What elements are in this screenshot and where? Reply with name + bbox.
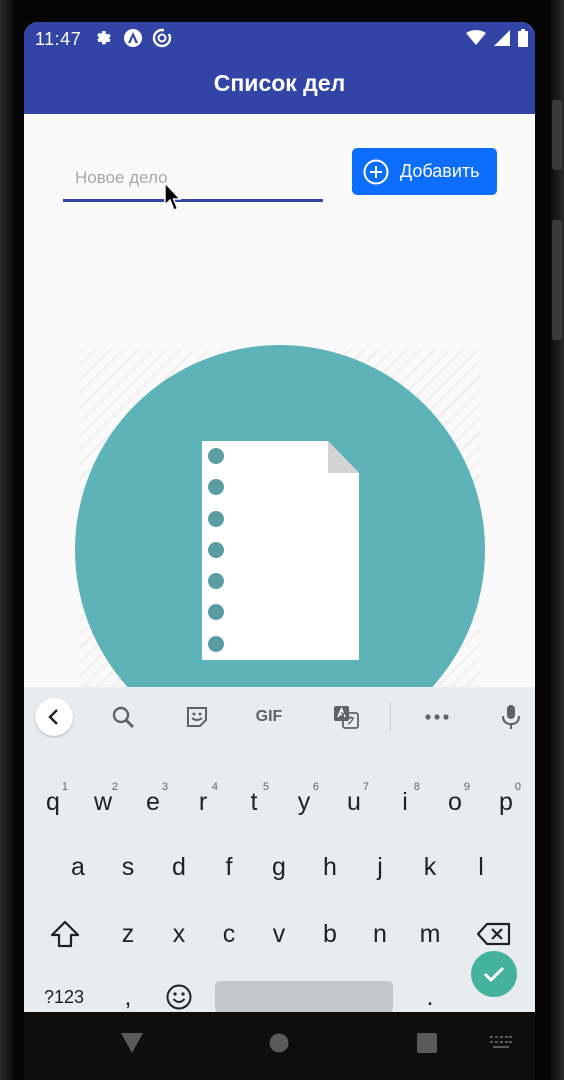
wifi-icon: [466, 30, 486, 45]
key-x[interactable]: x: [154, 907, 204, 961]
key-j[interactable]: j: [355, 840, 405, 894]
key-p[interactable]: p0: [481, 775, 531, 829]
shift-icon: [50, 920, 80, 948]
key-h[interactable]: h: [305, 840, 355, 894]
battery-icon: [518, 29, 528, 47]
shift-key[interactable]: [40, 907, 90, 961]
mouse-pointer-icon: [164, 182, 182, 211]
key-s[interactable]: s: [103, 840, 153, 894]
volume-button: [552, 220, 562, 340]
status-icons-right: [466, 29, 528, 47]
checkmark-icon: [483, 966, 505, 983]
keyboard-toolbar: GIF: [24, 687, 535, 747]
key-n[interactable]: n: [355, 907, 405, 961]
key-w[interactable]: w2: [78, 775, 128, 829]
key-u[interactable]: u7: [329, 775, 379, 829]
key-b[interactable]: b: [305, 907, 355, 961]
on-screen-keyboard: GIF q 1 w 2 e 3 r 4 t 5 y 6 u 7 i 8 o 9 …: [24, 687, 535, 1013]
sticker-button[interactable]: [182, 699, 212, 735]
more-horizontal-icon: [425, 714, 449, 720]
key-m[interactable]: m: [405, 907, 455, 961]
key-g[interactable]: g: [254, 840, 304, 894]
more-button[interactable]: [422, 699, 452, 735]
navigation-bar: [24, 1012, 535, 1080]
key-f[interactable]: f: [204, 840, 254, 894]
notepad-icon: [75, 345, 485, 687]
search-icon: [112, 706, 134, 728]
key-y[interactable]: y6: [279, 775, 329, 829]
status-icons-left: [94, 28, 172, 48]
key-o[interactable]: o9: [430, 775, 480, 829]
phone-left-edge: [0, 0, 14, 1080]
status-bar: 11:47: [24, 22, 535, 56]
collapse-toolbar-button[interactable]: [35, 698, 73, 736]
microphone-icon: [502, 705, 520, 729]
toolbar-divider: [390, 703, 391, 731]
space-key[interactable]: [215, 981, 393, 1013]
screen: 11:47 Список дел Новое дело Добавить GIF…: [24, 22, 535, 1080]
key-t[interactable]: t5: [229, 775, 279, 829]
recents-nav-icon[interactable]: [417, 1033, 437, 1053]
app-title: Список дел: [213, 70, 346, 96]
key-c[interactable]: c: [204, 907, 254, 961]
phone-frame: 11:47 Список дел Новое дело Добавить GIF…: [0, 0, 564, 1080]
translate-icon: [334, 706, 359, 729]
gif-button[interactable]: GIF: [249, 699, 289, 735]
new-task-input[interactable]: [63, 156, 323, 202]
power-button: [552, 100, 562, 170]
settings-icon: [97, 30, 111, 45]
key-k[interactable]: k: [405, 840, 455, 894]
key-i[interactable]: i8: [380, 775, 430, 829]
key-q[interactable]: q1: [28, 775, 78, 829]
app-bar: Список дел: [24, 56, 535, 114]
key-r[interactable]: r4: [178, 775, 228, 829]
add-task-button-label: Добавить: [400, 161, 480, 181]
backspace-icon: [477, 922, 511, 946]
keyboard-switch-icon[interactable]: [490, 1036, 512, 1050]
status-time: 11:47: [35, 29, 82, 49]
key-z[interactable]: z: [103, 907, 153, 961]
voice-input-button[interactable]: [496, 699, 526, 735]
key-a[interactable]: a: [53, 840, 103, 894]
emoji-icon: [166, 984, 192, 1010]
enter-key[interactable]: [471, 951, 517, 997]
back-nav-icon[interactable]: [120, 1032, 144, 1054]
chevron-left-icon: [48, 709, 58, 725]
add-task-button[interactable]: Добавить: [352, 148, 497, 195]
add-circle-icon: [363, 159, 389, 184]
signal-icon: [494, 30, 510, 46]
key-v[interactable]: v: [254, 907, 304, 961]
home-nav-icon[interactable]: [269, 1033, 289, 1053]
key-e[interactable]: e3: [128, 775, 178, 829]
translate-button[interactable]: [331, 699, 361, 735]
gif-label: GIF: [255, 708, 283, 725]
key-l[interactable]: l: [456, 840, 506, 894]
accessibility-icon: [124, 29, 142, 47]
sticker-icon: [187, 707, 207, 727]
search-button[interactable]: [108, 699, 138, 735]
key-d[interactable]: d: [154, 840, 204, 894]
data-saver-icon: [152, 28, 172, 48]
